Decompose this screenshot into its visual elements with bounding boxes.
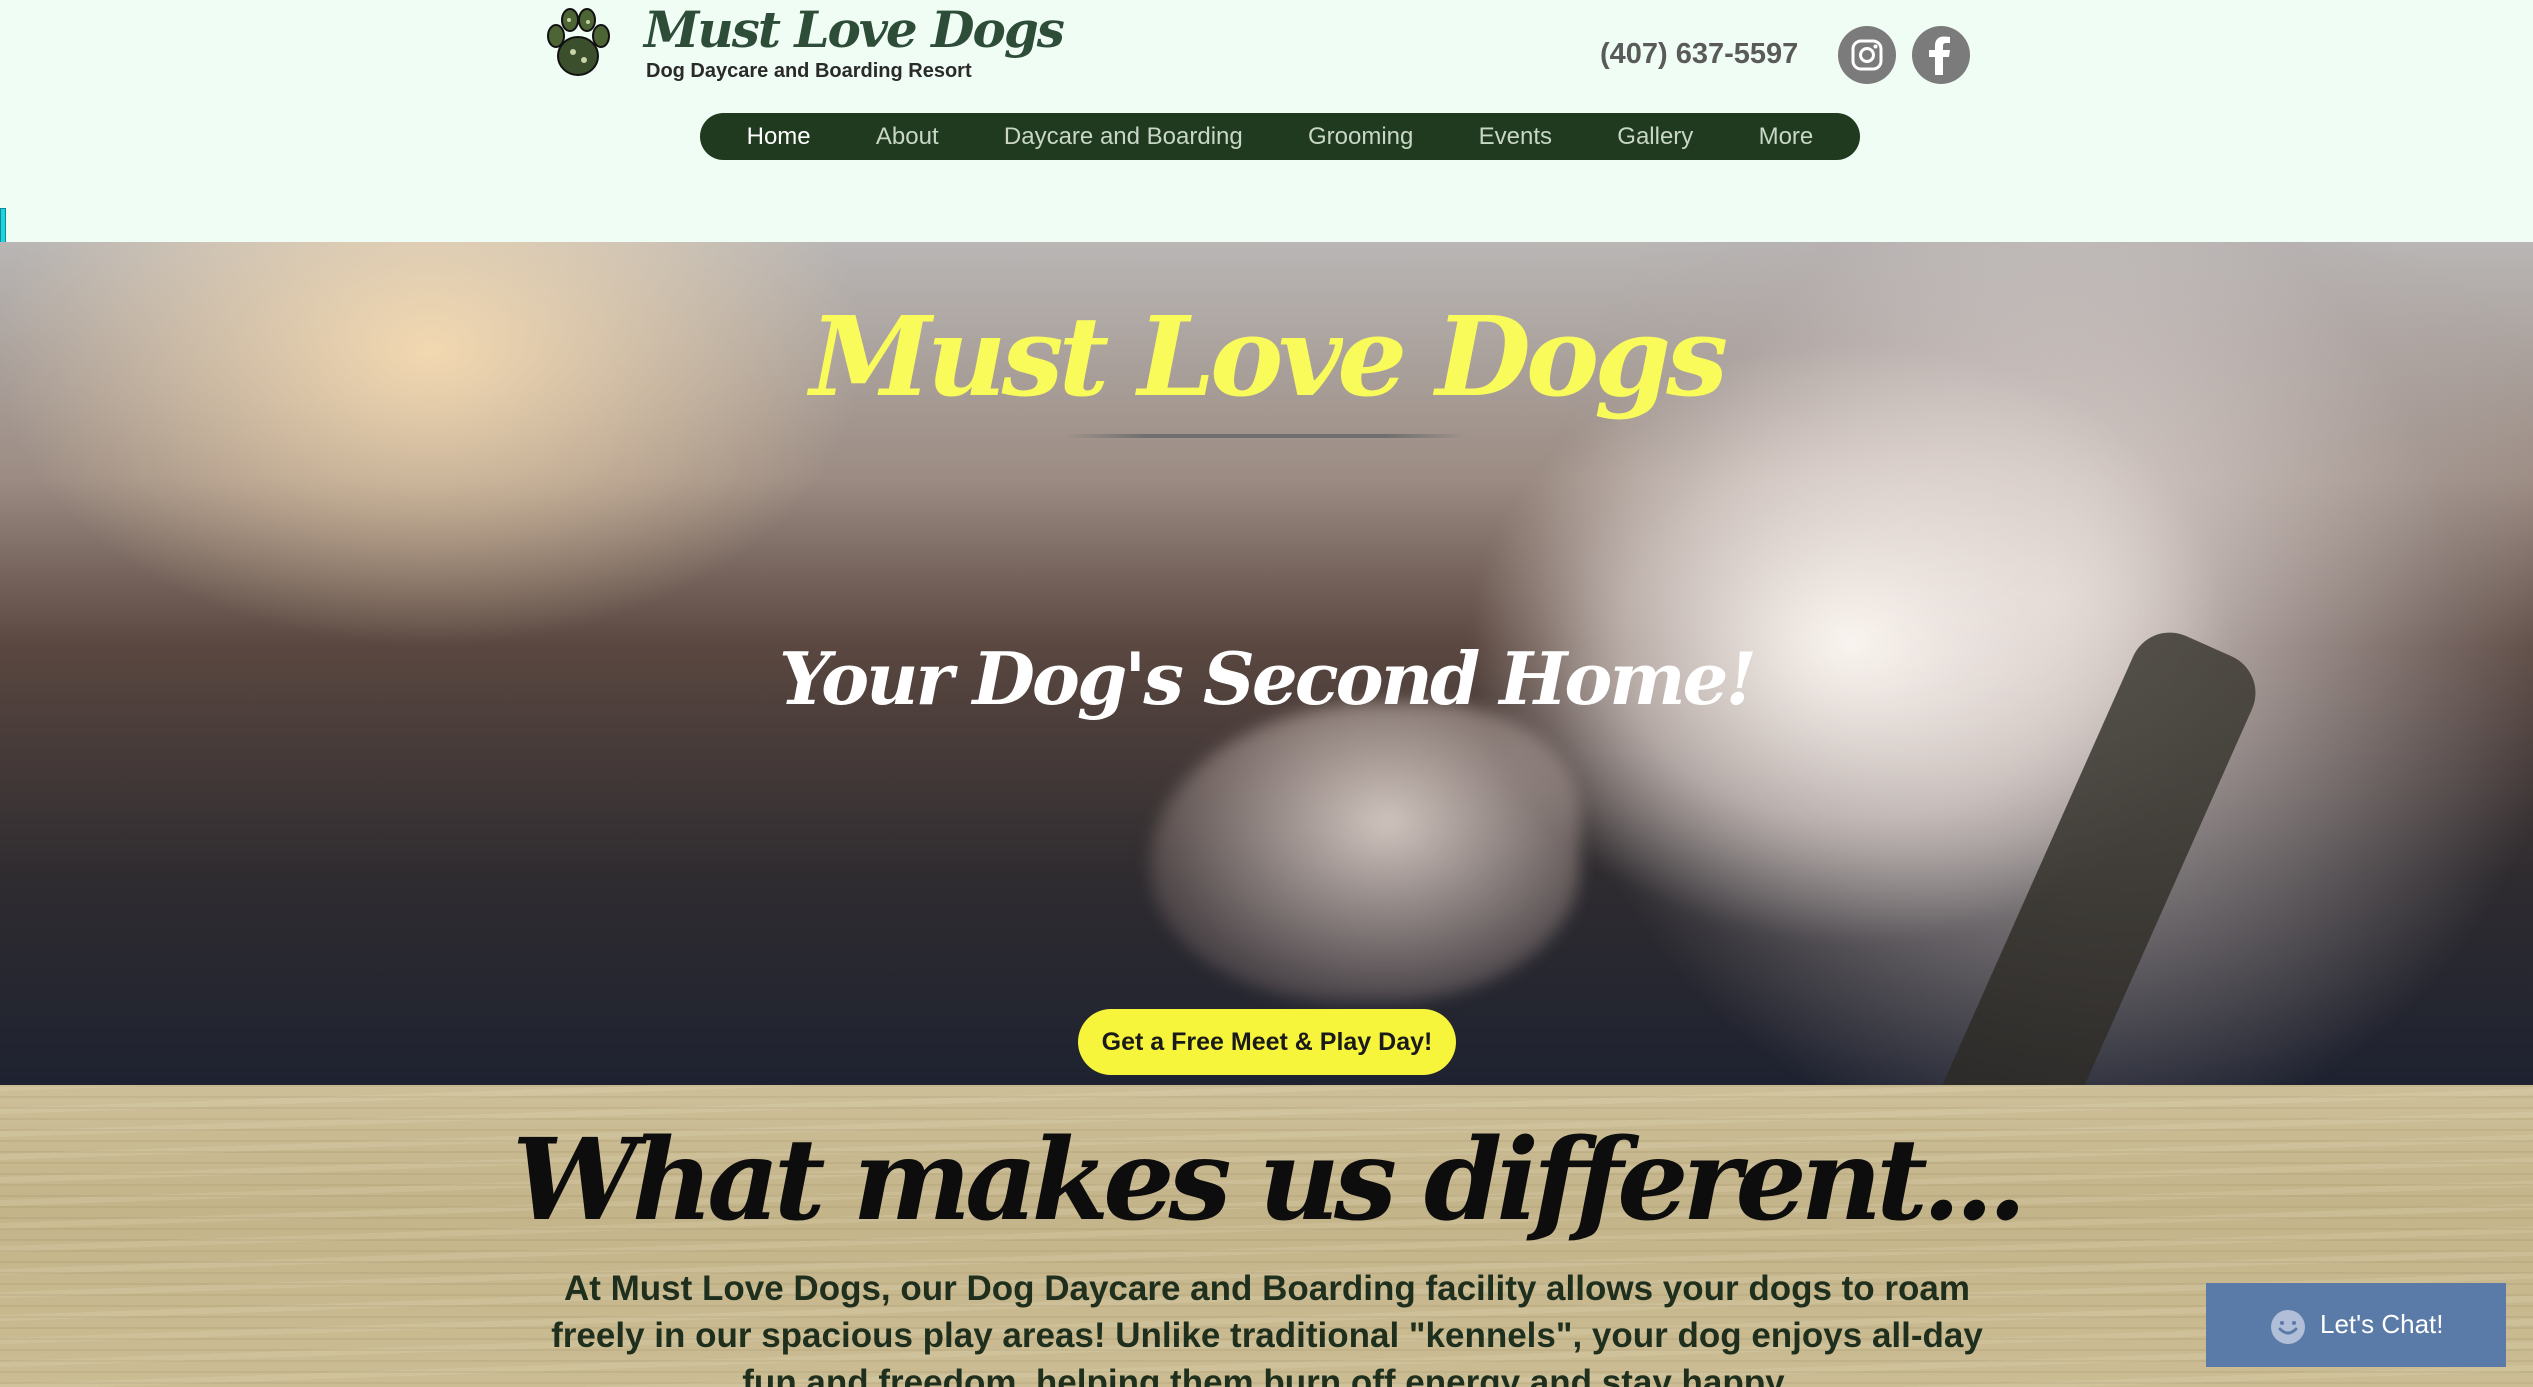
about-text: At Must Love Dogs, our Dog Daycare and B… <box>551 1269 1983 1387</box>
instagram-button[interactable] <box>1838 26 1896 84</box>
hero-title: Must Love Dogs <box>809 292 1728 421</box>
free-meet-play-button[interactable]: Get a Free Meet & Play Day! <box>1078 1009 1456 1075</box>
chat-widget-button[interactable]: Let's Chat! <box>2206 1283 2506 1367</box>
hero-section: Must Love Dogs Your Dog's Second Home! G… <box>0 242 2533 1085</box>
nav-item-about[interactable]: About <box>876 123 939 151</box>
nav-item-home[interactable]: Home <box>747 123 811 151</box>
chat-label: Let's Chat! <box>2320 1309 2444 1339</box>
paw-logo-icon[interactable] <box>541 6 615 82</box>
instagram-icon <box>1851 39 1883 71</box>
nav-item-more[interactable]: More <box>1759 123 1814 151</box>
nav-item-events[interactable]: Events <box>1479 123 1552 151</box>
brand-tagline: Dog Daycare and Boarding Resort <box>646 60 972 82</box>
hero-dog-snout <box>1150 702 1580 1002</box>
chat-bubble-icon <box>2271 1310 2305 1344</box>
nav-item-grooming[interactable]: Grooming <box>1308 123 1413 151</box>
site-header: Must Love Dogs Dog Daycare and Boarding … <box>0 0 2533 242</box>
phone-number[interactable]: (407) 637-5597 <box>1600 38 1798 71</box>
nav-item-gallery[interactable]: Gallery <box>1617 123 1693 151</box>
nav-item-daycare-boarding[interactable]: Daycare and Boarding <box>1004 123 1243 151</box>
main-nav: Home About Daycare and Boarding Grooming… <box>700 113 1860 160</box>
facebook-button[interactable] <box>1912 26 1970 84</box>
facebook-icon <box>1929 36 1950 75</box>
brand-name[interactable]: Must Love Dogs <box>644 0 1065 59</box>
hero-tagline: Your Dog's Second Home! <box>778 636 1757 721</box>
hero-divider <box>1066 434 1466 438</box>
about-section: What makes us different... At Must Love … <box>0 1085 2533 1387</box>
about-heading: What makes us different... <box>512 1115 2027 1246</box>
